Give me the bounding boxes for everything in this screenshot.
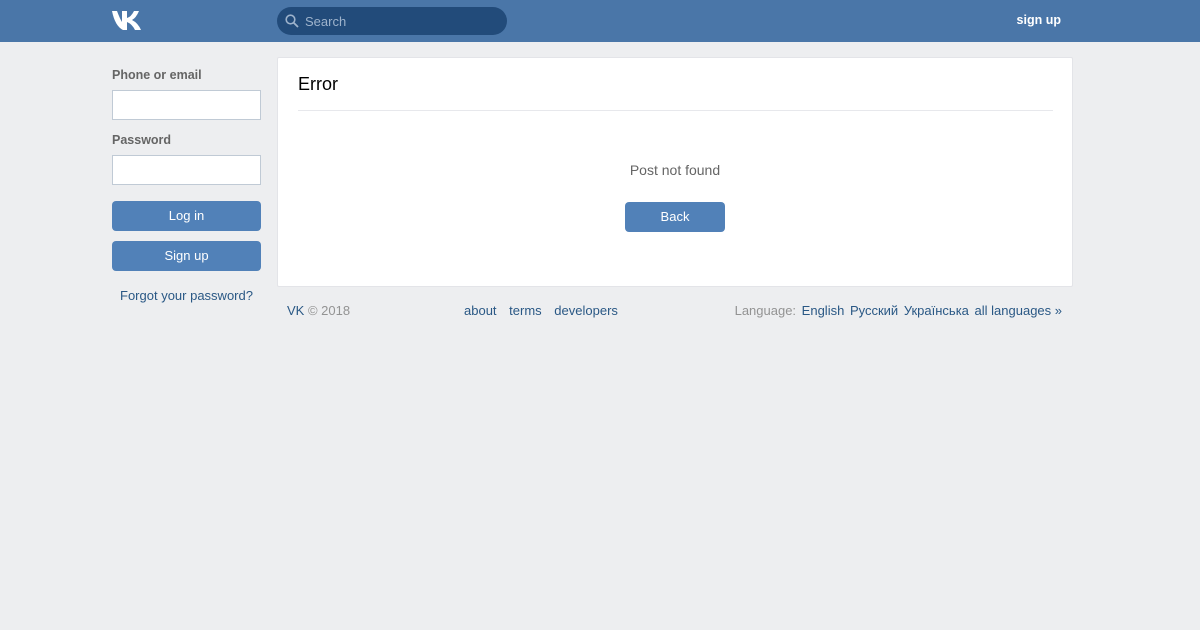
footer-link-about[interactable]: about	[464, 303, 497, 318]
language-russian[interactable]: Русский	[850, 303, 898, 318]
search-box[interactable]	[277, 7, 507, 35]
back-button[interactable]: Back	[625, 202, 725, 232]
password-label: Password	[112, 133, 172, 147]
forgot-password-link[interactable]: Forgot your password?	[112, 288, 261, 303]
signup-button[interactable]: Sign up	[112, 241, 261, 271]
search-icon	[285, 14, 299, 28]
phone-email-field[interactable]	[112, 90, 261, 120]
copyright-year: © 2018	[307, 303, 351, 318]
footer-brand-link[interactable]: VK	[287, 303, 304, 318]
search-input[interactable]	[305, 7, 501, 35]
footer-link-developers[interactable]: developers	[554, 303, 618, 318]
error-message: Post not found	[629, 162, 721, 178]
footer-links: about terms developers	[464, 303, 627, 318]
title-divider	[298, 110, 1053, 111]
login-button[interactable]: Log in	[112, 201, 261, 231]
language-selector: Language: English Русский Українська all…	[735, 303, 1062, 318]
copyright: VK © 2018	[287, 303, 350, 318]
footer-link-terms[interactable]: terms	[509, 303, 542, 318]
phone-email-label: Phone or email	[112, 68, 202, 82]
password-field[interactable]	[112, 155, 261, 185]
language-all[interactable]: all languages »	[975, 303, 1062, 318]
vk-logo-icon[interactable]	[112, 10, 145, 31]
page-title: Error	[298, 74, 338, 94]
footer: VK © 2018 about terms developers Languag…	[287, 303, 1062, 323]
language-english[interactable]: English	[802, 303, 845, 318]
top-header: sign up	[0, 0, 1200, 42]
error-panel: Error Post not found Back	[277, 57, 1073, 287]
language-ukrainian[interactable]: Українська	[904, 303, 969, 318]
header-signup-link[interactable]: sign up	[1017, 13, 1061, 27]
language-label: Language:	[734, 303, 797, 318]
login-sidebar: Phone or email Password Log in Sign up F…	[112, 68, 261, 303]
